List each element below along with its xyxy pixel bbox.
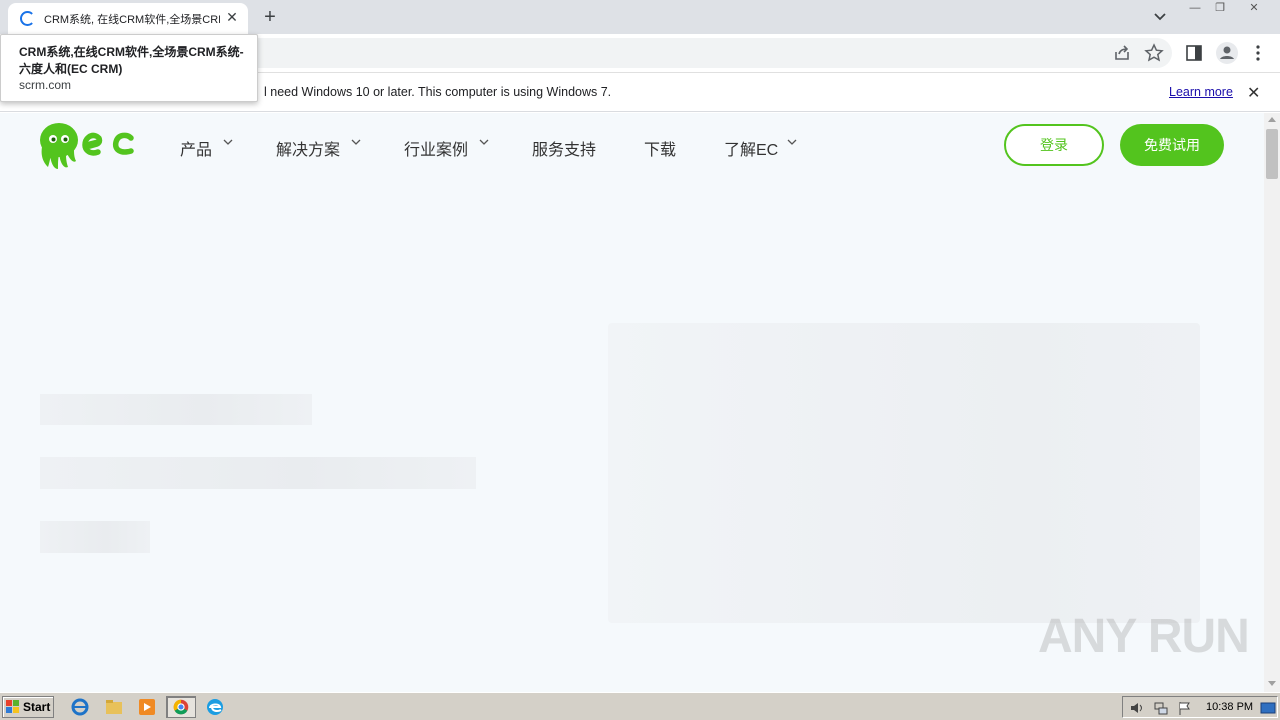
share-icon[interactable] — [1112, 43, 1132, 63]
minimize-button[interactable]: — — [1183, 1, 1207, 17]
ec-logo[interactable] — [38, 121, 138, 171]
windows-taskbar: Start 10:38 PM — [0, 692, 1280, 720]
vertical-scrollbar[interactable] — [1264, 113, 1280, 692]
volume-icon[interactable] — [1129, 700, 1145, 716]
skeleton-hero-image — [608, 323, 1200, 623]
side-panel-icon[interactable] — [1184, 43, 1204, 63]
show-desktop-icon[interactable] — [1260, 700, 1276, 716]
chevron-down-icon — [479, 139, 489, 145]
free-trial-button[interactable]: 免费试用 — [1120, 124, 1224, 166]
nav-solutions[interactable]: 解决方案 — [276, 136, 340, 160]
more-menu-icon[interactable] — [1248, 43, 1268, 63]
window-close-button[interactable]: ✕ — [1240, 1, 1268, 17]
tab-strip: CRM系统, 在线CRM软件,全场景CRM系统-六度人和(EC CRM) ✕ +… — [0, 0, 1280, 34]
chevron-down-icon — [223, 139, 233, 145]
tab-title: CRM系统, 在线CRM软件,全场景CRM系统-六度人和(EC CRM) — [44, 14, 220, 26]
internet-explorer-icon[interactable] — [68, 696, 94, 718]
taskbar-clock: 10:38 PM — [1206, 701, 1254, 713]
page-viewport: 产品 解决方案 行业案例 服务支持 下载 了解EC 登录 免费试用 ANY RU… — [0, 113, 1264, 692]
skeleton-subtitle — [40, 457, 476, 489]
start-button[interactable]: Start — [2, 696, 54, 718]
action-center-flag-icon[interactable] — [1177, 700, 1193, 716]
infobar-message: l need Windows 10 or later. This compute… — [264, 85, 612, 99]
media-player-icon[interactable] — [134, 696, 160, 718]
start-label: Start — [23, 700, 51, 714]
system-tray — [1122, 696, 1278, 718]
tab-hover-card: CRM系统,在线CRM软件,全场景CRM系统-六度人和(EC CRM) scrm… — [0, 34, 258, 102]
profile-avatar-icon[interactable] — [1215, 41, 1239, 65]
scrollbar-thumb[interactable] — [1266, 129, 1278, 179]
loading-spinner-icon — [20, 11, 35, 26]
scroll-up-arrow-icon[interactable] — [1268, 117, 1276, 122]
chevron-down-icon — [787, 139, 797, 145]
nav-cases[interactable]: 行业案例 — [404, 136, 468, 160]
chevron-down-icon — [351, 139, 361, 145]
hover-card-title: CRM系统,在线CRM软件,全场景CRM系统-六度人和(EC CRM) — [19, 45, 244, 76]
chrome-icon[interactable] — [166, 696, 196, 718]
nav-about-ec[interactable]: 了解EC — [724, 136, 778, 160]
nav-download[interactable]: 下载 — [644, 136, 676, 160]
skeleton-button — [40, 521, 150, 553]
scroll-down-arrow-icon[interactable] — [1268, 681, 1276, 686]
bookmark-star-icon[interactable] — [1144, 43, 1164, 63]
close-tab-button[interactable]: ✕ — [224, 9, 240, 25]
anyrun-watermark: ANY RUN — [1038, 610, 1250, 663]
login-button[interactable]: 登录 — [1004, 124, 1104, 166]
skeleton-heading — [40, 394, 312, 425]
network-icon[interactable] — [1153, 700, 1169, 716]
hover-card-domain: scrm.com — [19, 78, 71, 92]
file-explorer-icon[interactable] — [101, 696, 127, 718]
infobar-close-button[interactable]: ✕ — [1247, 83, 1260, 103]
restore-button[interactable]: ❐ — [1208, 1, 1232, 17]
windows-logo-icon — [6, 700, 19, 713]
nav-support[interactable]: 服务支持 — [532, 136, 596, 160]
nav-products[interactable]: 产品 — [180, 136, 212, 160]
learn-more-link[interactable]: Learn more — [1169, 85, 1233, 99]
new-tab-button[interactable]: + — [258, 6, 282, 30]
chevron-down-icon[interactable] — [1150, 8, 1170, 26]
browser-tab[interactable]: CRM系统, 在线CRM软件,全场景CRM系统-六度人和(EC CRM) ✕ — [8, 3, 248, 34]
edge-icon[interactable] — [202, 696, 228, 718]
